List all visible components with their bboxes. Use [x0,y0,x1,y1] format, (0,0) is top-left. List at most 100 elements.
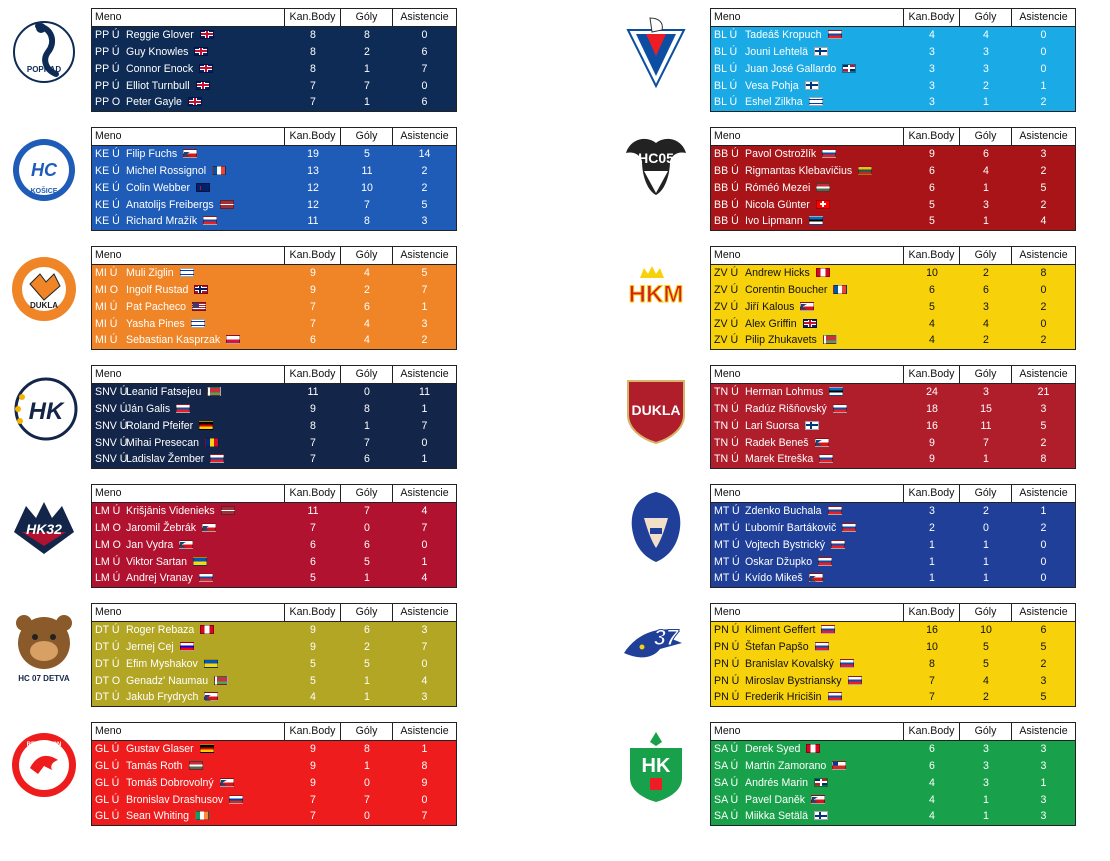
points-cell: 9 [929,436,935,449]
player-cell: PN Ú Štefan Papšo [711,639,904,656]
hc-05-banska-bystrica-ram-logo: HC05 [618,129,694,211]
name-header: Meno [711,9,904,26]
flag-sk-icon [819,454,834,464]
player-cell: SA Ú Andrés Marin [711,775,904,792]
team-position-label: BL Ú [714,28,738,41]
flag-sk-icon [827,692,842,702]
table-row: PP Ú Reggie Glover 8 8 0 [92,26,456,44]
assists-cell: 0 [1040,45,1047,58]
assists-cell: 3 [1040,402,1047,415]
goals-cell: 1 [983,572,989,585]
table-row: SA Ú Pavel Daněk 4 1 3 [711,791,1075,809]
player-name: Sean Whiting [126,810,190,823]
flag-cz-icon [183,148,198,158]
table-row: BB Ú Pavol Ostrožlík 9 6 3 [711,145,1075,163]
table-header: Meno Kan.Body Góly Asistencie [92,604,456,622]
player-name: Sebastian Kasprzak [126,334,221,347]
svg-text:REBELLION: REBELLION [27,742,62,748]
points-cell: 1 [929,555,935,568]
team-table-dt: Meno Kan.Body Góly Asistencie DT Ú Roger Reba… [91,603,457,708]
player-cell: LM Ú Krišjānis Videnieks [92,503,285,520]
player-cell: TN Ú Herman Lohmus [711,384,904,401]
assists-cell: 8 [421,759,428,772]
team-position-label: TN Ú [714,402,739,415]
goals-cell: 0 [364,521,370,534]
table-header: Meno Kan.Body Góly Asistencie [92,485,456,503]
assists-cell: 1 [421,300,428,313]
assists-cell: 7 [421,419,428,432]
player-name: Muli Ziglin [126,266,174,279]
assists-cell: 8 [1040,453,1047,466]
player-cell: PN Ú Miroslav Bystriansky [711,673,904,690]
goals-cell: 2 [983,504,989,517]
table-row: GL Ú Sean Whiting 7 0 7 [92,808,456,826]
assists-cell: 5 [1040,419,1047,432]
player-name: Jakub Frydrych [126,691,199,704]
table-row: TN Ú Marek Etreška 9 1 8 [711,451,1075,469]
player-cell: ZV Ú Corentin Boucher [711,282,904,299]
flag-pl-icon [226,335,241,345]
flag-sk-icon [839,658,854,668]
goals-cell: 10 [980,623,992,636]
team-position-label: MI Ú [95,266,118,279]
table-row: KE Ú Richard Mražík 11 8 3 [92,213,456,231]
points-cell: 3 [929,62,935,75]
player-name: Pavol Ostrožlík [745,147,817,160]
team-position-label: KE Ú [95,164,120,177]
goals-cell: 4 [983,28,989,41]
goals-cell: 6 [364,300,370,313]
points-cell: 7 [310,79,316,92]
player-cell: DT Ú Jernej Cej [92,639,285,656]
points-cell: 4 [929,334,935,347]
team-position-label: SA Ú [714,776,739,789]
goals-cell: 0 [364,385,370,398]
player-name: Leanid Fatsejeu [126,385,202,398]
team-position-label: LM Ú [95,572,121,585]
player-cell: SNV ÚLadislav Žember [92,451,285,468]
player-name: Efim Myshakov [126,657,198,670]
svg-text:KOŠICE: KOŠICE [31,186,58,195]
points-cell: 7 [310,300,316,313]
goals-cell: 1 [364,759,370,772]
goals-cell: 3 [983,300,989,313]
player-cell: PN Ú Branislav Kovalský [711,656,904,673]
flag-sk-icon [842,522,857,532]
hc-07-detva-bear-logo: HC 07 DETVA [6,605,82,687]
team-position-label: ZV Ú [714,300,739,313]
svg-text:HC: HC [31,160,58,180]
assists-cell: 4 [1040,215,1047,228]
points-cell: 4 [929,793,935,806]
team-position-label: KE Ú [95,198,120,211]
table-row: MT Ú Ľubomír Bartákovič 2 0 2 [711,519,1075,537]
player-cell: BL Ú Vesa Pohja [711,78,904,95]
table-row: MT Ú Zdenko Buchala 3 2 1 [711,502,1075,520]
player-name: Andrej Vranay [126,572,193,585]
player-name: Elliot Turnbull [126,79,190,92]
team-position-label: PN Ú [714,657,740,670]
flag-no-icon [194,284,209,294]
table-row: SA Ú Andrés Marin 4 3 1 [711,774,1075,792]
points-cell: 9 [310,640,316,653]
goals-cell: 6 [364,453,370,466]
goals-cell: 1 [983,538,989,551]
team-position-label: MI Ú [95,300,118,313]
flag-gb-icon [199,63,214,73]
flag-sk-icon [847,675,862,685]
team-position-label: PP Ú [95,45,120,58]
player-cell: TN Ú Radek Beneš [711,435,904,452]
player-cell: BL Ú Jouni Lehtelä [711,44,904,61]
points-cell: 5 [310,657,316,670]
table-row: LM O Jaromil Žebrák 7 0 7 [92,519,456,537]
player-cell: LM Ú Viktor Sartan [92,554,285,571]
goals-cell: 2 [364,283,370,296]
team-position-label: LM O [95,521,121,534]
assists-cell: 7 [421,521,428,534]
player-name: Róméó Mezei [745,181,811,194]
name-header: Meno [92,485,285,502]
player-cell: ZV Ú Andrew Hicks [711,265,904,282]
goals-cell: 6 [983,283,989,296]
flag-il-icon [179,267,194,277]
assists-cell: 7 [421,62,428,75]
player-name: Lari Suorsa [745,419,800,432]
table-row: PN Ú Štefan Papšo 10 5 5 [711,638,1075,656]
